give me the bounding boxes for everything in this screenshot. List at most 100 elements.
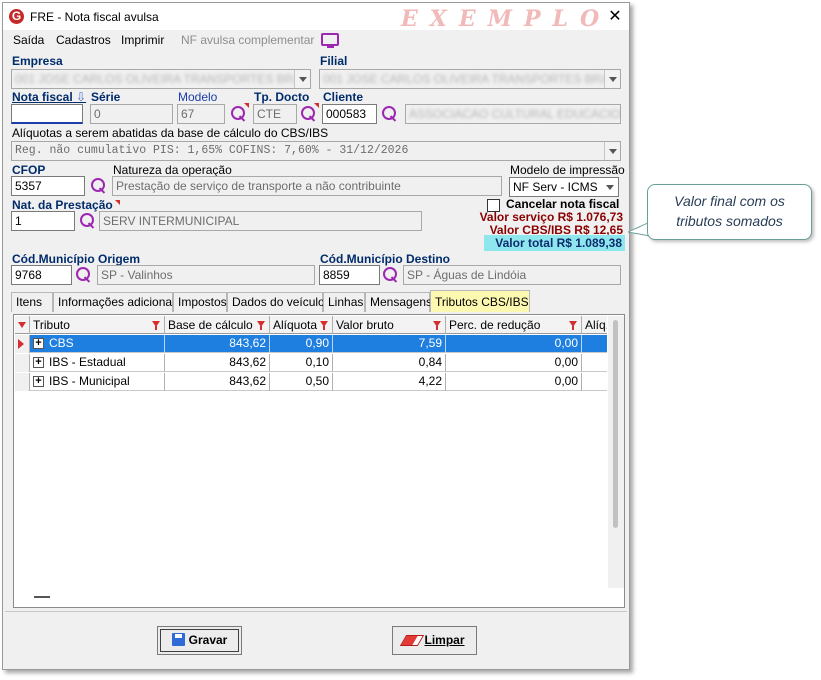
- callout-line-1: Valor final com os: [674, 193, 785, 209]
- mun-origem-name-field: SP - Valinhos: [97, 265, 315, 285]
- search-cfop-icon[interactable]: [90, 177, 108, 195]
- aliquotas-select[interactable]: Reg. não cumulativo PIS: 1,65% COFINS: 7…: [11, 141, 621, 161]
- serie-label: Série: [91, 90, 121, 104]
- nota-fiscal-input[interactable]: [11, 104, 83, 124]
- modelo-impressao-select[interactable]: NF Serv - ICMS: [509, 177, 619, 197]
- col-perc-reducao[interactable]: Perc. de redução: [446, 316, 582, 334]
- menu-imprimir[interactable]: Imprimir: [121, 33, 164, 47]
- cell-reducao: 0,00: [446, 354, 582, 372]
- modelo-input[interactable]: 67: [177, 104, 225, 124]
- cell-aliquota: 0,10: [270, 354, 333, 372]
- menu-saida[interactable]: Saída: [13, 33, 44, 47]
- cell-base: 843,62: [165, 373, 270, 391]
- title-bar: G FRE - Nota fiscal avulsa EXEMPLO ✕: [3, 3, 629, 32]
- tp-docto-input[interactable]: CTE: [253, 104, 297, 124]
- gravar-button[interactable]: Gravar: [157, 626, 242, 655]
- nat-prestacao-label: Nat. da Prestação: [12, 198, 113, 212]
- chevron-down-icon[interactable]: [604, 70, 620, 88]
- aliquotas-value: Reg. não cumulativo PIS: 1,65% COFINS: 7…: [15, 144, 409, 157]
- chevron-down-icon[interactable]: [294, 70, 310, 88]
- filter-icon[interactable]: [433, 321, 441, 330]
- cancelar-label: Cancelar nota fiscal: [506, 197, 620, 211]
- tab-mensagens[interactable]: Mensagens: [365, 292, 432, 312]
- table-row[interactable]: + CBS 843,62 0,90 7,59 0,00: [15, 335, 607, 353]
- col-aliq[interactable]: Alíq.: [582, 316, 607, 334]
- mun-destino-name-field: SP - Águas de Lindóia: [403, 265, 621, 285]
- sort-icon: ⇩: [76, 90, 87, 104]
- chevron-down-icon[interactable]: [604, 142, 620, 160]
- col-aliquota[interactable]: Alíquota: [270, 316, 333, 334]
- tab-impostos[interactable]: Impostos: [173, 292, 227, 312]
- row-indicator: [15, 354, 30, 372]
- modelo-impressao-value: NF Serv - ICMS: [513, 180, 598, 194]
- serie-input[interactable]: 0: [90, 104, 173, 124]
- search-cliente-icon[interactable]: [381, 105, 399, 123]
- cliente-name: ASSOCIACAO CULTURAL EDUCACIONAL: [409, 107, 621, 121]
- mun-origem-label: Cód.Município Origem: [12, 252, 140, 266]
- cell-bruto: 0,84: [333, 354, 446, 372]
- cell-aliquota: 0,90: [270, 335, 333, 353]
- chevron-down-icon[interactable]: [602, 178, 618, 196]
- tab-itens[interactable]: Itens: [11, 292, 53, 312]
- empresa-label: Empresa: [12, 54, 63, 68]
- modelo-label: Modelo: [178, 90, 218, 104]
- close-icon[interactable]: ✕: [605, 7, 625, 27]
- table-row[interactable]: + IBS - Estadual 843,62 0,10 0,84 0,00: [15, 354, 607, 372]
- tab-informacoes-adicionais[interactable]: Informações adicionais: [53, 292, 181, 312]
- col-tributo[interactable]: Tributo: [30, 316, 165, 334]
- filter-icon[interactable]: [320, 321, 328, 330]
- row-indicator: [15, 335, 30, 353]
- filter-icon[interactable]: [257, 321, 265, 330]
- nota-fiscal-label[interactable]: Nota fiscal ⇩: [12, 90, 86, 104]
- tab-dados-veiculo[interactable]: Dados do veículo: [227, 292, 325, 312]
- tab-tributos-cbs-ibs[interactable]: Tributos CBS/IBS: [430, 290, 530, 312]
- app-logo-icon: G: [9, 9, 24, 24]
- current-row-icon: [18, 339, 24, 349]
- tp-docto-label: Tp. Docto: [254, 90, 310, 104]
- cell-base: 843,62: [165, 354, 270, 372]
- natureza-field: Prestação de serviço de transporte a não…: [112, 176, 502, 196]
- search-mun-origem-icon[interactable]: [75, 266, 93, 284]
- empresa-select[interactable]: 001 JOSE CARLOS OLIVEIRA TRANSPORTES BRA…: [11, 69, 311, 89]
- grid-body: Tributo Base de cálculo Alíquota Valor b…: [15, 316, 607, 588]
- menu-nf-complementar[interactable]: NF avulsa complementar: [181, 33, 314, 47]
- tab-linhas[interactable]: Linhas: [323, 292, 365, 312]
- expand-icon[interactable]: +: [33, 357, 44, 368]
- filter-icon[interactable]: [152, 321, 160, 330]
- cell-bruto: 7,59: [333, 335, 446, 353]
- horizontal-scroll-indicator[interactable]: [34, 596, 50, 598]
- search-nat-prestacao-icon[interactable]: [79, 212, 97, 230]
- cliente-label: Cliente: [323, 90, 364, 104]
- mun-origem-code-input[interactable]: 9768: [11, 265, 72, 285]
- table-row[interactable]: + IBS - Municipal 843,62 0,50 4,22 0,00: [15, 373, 607, 391]
- tributos-grid: Tributo Base de cálculo Alíquota Valor b…: [13, 314, 625, 608]
- nat-prestacao-name-field: SERV INTERMUNICIPAL: [99, 211, 422, 231]
- modelo-impressao-label: Modelo de impressão: [510, 163, 625, 177]
- limpar-button[interactable]: Limpar: [392, 626, 477, 655]
- save-icon: [171, 633, 185, 646]
- filial-select[interactable]: 001 JOSE CARLOS OLIVEIRA TRANSPORTES BRA…: [319, 69, 621, 89]
- mun-destino-code-input[interactable]: 8859: [319, 265, 380, 285]
- expand-icon[interactable]: +: [33, 338, 44, 349]
- valor-servico: Valor serviço R$ 1.076,73: [479, 210, 623, 224]
- menu-bar: Saída Cadastros Imprimir NF avulsa compl…: [3, 30, 629, 50]
- vertical-scrollbar[interactable]: [608, 316, 624, 588]
- grid-header: Tributo Base de cálculo Alíquota Valor b…: [15, 316, 607, 334]
- button-bar: Gravar Limpar: [5, 611, 627, 667]
- col-base-calculo[interactable]: Base de cálculo: [165, 316, 270, 334]
- eraser-icon: [400, 635, 425, 646]
- header-indicator: [15, 316, 30, 334]
- menu-cadastros[interactable]: Cadastros: [56, 33, 111, 47]
- cfop-input[interactable]: 5357: [11, 176, 85, 196]
- cliente-name-field: ASSOCIACAO CULTURAL EDUCACIONAL: [405, 104, 621, 124]
- cell-reducao: 0,00: [446, 373, 582, 391]
- cliente-code-input[interactable]: 000583: [322, 104, 377, 124]
- filial-value: 001 JOSE CARLOS OLIVEIRA TRANSPORTES BRA…: [323, 72, 621, 86]
- scrollbar-thumb[interactable]: [613, 320, 618, 528]
- search-mun-destino-icon[interactable]: [382, 266, 400, 284]
- nat-prestacao-code-input[interactable]: 1: [11, 211, 75, 231]
- filter-icon[interactable]: [569, 321, 577, 330]
- expand-icon[interactable]: +: [33, 376, 44, 387]
- col-valor-bruto[interactable]: Valor bruto: [333, 316, 446, 334]
- monitor-icon[interactable]: [321, 33, 339, 48]
